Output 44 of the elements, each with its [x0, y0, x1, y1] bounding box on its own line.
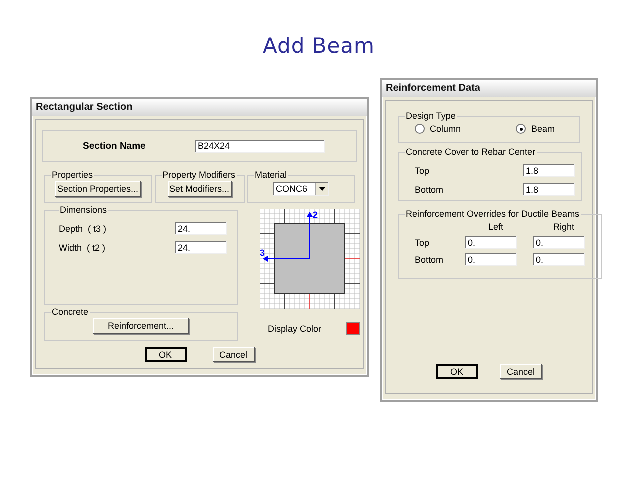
slide-title: Add Beam [262, 34, 376, 58]
group-label: Concrete [51, 307, 90, 317]
field-label: Display Color [268, 324, 322, 334]
group-label: Properties [51, 170, 94, 180]
window-title: Reinforcement Data [382, 80, 596, 97]
group-label: Dimensions [59, 205, 108, 215]
input-field[interactable]: 24. [175, 241, 227, 254]
reinforcement-button[interactable]: Reinforcement... [93, 318, 189, 334]
ok-button[interactable]: OK [144, 347, 186, 362]
group-label: Reinforcement Overrides for Ductile Beams [405, 209, 581, 219]
group-label: Property Modifiers [162, 170, 237, 180]
group-label: Concrete Cover to Rebar Center [405, 147, 537, 157]
field-label: Top [414, 166, 431, 176]
radio-button[interactable]: Column [415, 124, 462, 134]
cancel-button[interactable]: Cancel [500, 364, 542, 379]
radio-button[interactable]: Beam [516, 124, 555, 134]
input-field[interactable]: 0. [533, 253, 585, 266]
input-field[interactable]: B24X24 [195, 140, 325, 152]
input-field[interactable]: 1.8 [523, 183, 575, 196]
column-header: Right [553, 222, 574, 232]
field-label: Section Name [83, 140, 147, 152]
color-swatch[interactable] [346, 322, 360, 335]
section-square [274, 224, 346, 294]
axis-label: 3 [260, 248, 266, 258]
material-dropdown[interactable]: CONC6 [273, 182, 329, 196]
input-field[interactable]: 0. [533, 236, 585, 249]
field-label: Depth ( t3 ) [59, 224, 108, 234]
row-label: Bottom [415, 254, 444, 264]
window-title: Rectangular Section [32, 99, 367, 116]
set-modifiers-button[interactable]: Set Modifiers... [168, 181, 232, 197]
field-label: Width ( t2 ) [59, 242, 107, 252]
field-label: Bottom [414, 184, 445, 194]
input-field[interactable]: 0. [465, 236, 517, 249]
section-properties-button[interactable]: Section Properties... [55, 181, 141, 197]
column-header: Left [488, 222, 504, 232]
axis-label: 2 [313, 210, 318, 220]
group-label: Design Type [405, 111, 457, 121]
cancel-button[interactable]: Cancel [212, 347, 254, 362]
input-field[interactable]: 1.8 [523, 164, 575, 177]
input-field[interactable]: 24. [175, 222, 227, 235]
row-label: Top [415, 238, 430, 248]
ok-button[interactable]: OK [436, 364, 478, 379]
group-label: Material [254, 170, 288, 180]
input-field[interactable]: 0. [465, 253, 517, 266]
